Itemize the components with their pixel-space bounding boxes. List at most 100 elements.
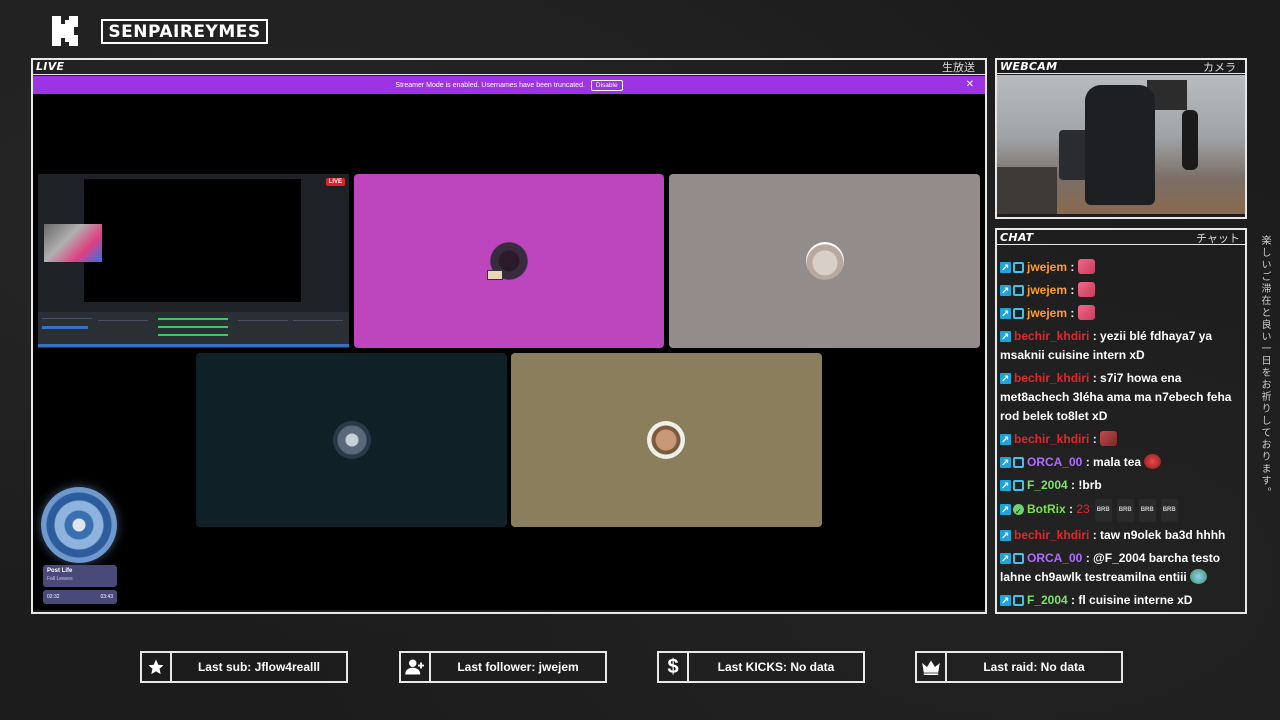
chat-message: jwejem : — [1000, 258, 1244, 278]
track-progress: 02:32 03:43 — [43, 590, 117, 604]
kick-badge-icon — [1000, 527, 1011, 546]
last-kicks-box: $ Last KICKS: No data — [657, 651, 865, 683]
track-time-start: 02:32 — [47, 594, 60, 600]
last-raid-text: Last raid: No data — [983, 660, 1085, 674]
participant-tile-3[interactable] — [196, 353, 507, 527]
emote-icon — [1100, 431, 1118, 446]
live-screen: Streamer Mode is enabled. Usernames have… — [33, 76, 985, 610]
chat-message: BotRix : 23BRBBRBBRBBRB — [1000, 499, 1244, 522]
participant-tile-4[interactable] — [511, 353, 822, 527]
close-icon[interactable]: ✕ — [966, 79, 974, 90]
chat-messages: jwejem : jwejem : jwejem : bechir_khdiri… — [1000, 258, 1244, 610]
last-sub-box: Last sub: Jflow4realll — [140, 651, 348, 683]
chat-username[interactable]: ORCA_00 — [1027, 455, 1082, 469]
chat-username[interactable]: bechir_khdiri — [1014, 528, 1089, 542]
chat-username[interactable]: bechir_khdiri — [1014, 329, 1089, 343]
dollar-icon: $ — [659, 653, 689, 681]
chat-text: taw n9olek ba3d hhhh — [1100, 528, 1226, 542]
star-icon — [142, 653, 172, 681]
subscriber-badge-icon — [1013, 480, 1024, 491]
track-artist: Fall Leaves — [47, 576, 73, 582]
last-follower-box: Last follower: jwejem — [399, 651, 607, 683]
emote-icon — [1144, 454, 1162, 469]
subscriber-badge-icon — [1013, 262, 1024, 273]
kick-badge-icon — [1000, 501, 1011, 520]
participant-avatar — [647, 421, 685, 459]
emote-icon — [1077, 282, 1095, 297]
chat-username[interactable]: bechir_khdiri — [1014, 432, 1089, 446]
chat-message: bechir_khdiri : taw n9olek ba3d hhhh — [1000, 526, 1244, 546]
disable-button[interactable]: Disable — [590, 79, 623, 91]
chat-message: bechir_khdiri : — [1000, 430, 1244, 450]
chat-username[interactable]: F_2004 — [1027, 478, 1068, 492]
kick-badge-icon — [1000, 259, 1011, 278]
user-plus-icon — [401, 653, 431, 681]
chat-message: ORCA_00 : @F_2004 barcha testo lahne ch9… — [1000, 549, 1244, 587]
side-jp-text: 楽しいご滞在と良い一日をお祈りしております。 — [1259, 235, 1270, 499]
emote-icon — [1077, 305, 1095, 320]
chat-username[interactable]: BotRix — [1027, 502, 1066, 516]
chat-message: bechir_khdiri : s7i7 howa ena met8achech… — [1000, 369, 1244, 426]
webcam-source-preview — [44, 224, 102, 262]
participant-tile-2[interactable] — [669, 174, 980, 348]
album-art-disc — [41, 487, 117, 563]
brb-emote: BRB — [1116, 499, 1134, 522]
kick-badge-icon — [1000, 282, 1011, 301]
crown-icon — [917, 653, 947, 681]
track-title: Post Life — [47, 568, 73, 574]
chat-username[interactable]: jwejem — [1027, 283, 1067, 297]
subscriber-badge-icon — [1013, 285, 1024, 296]
avatar-badge — [487, 270, 503, 280]
screenshare-tile[interactable]: LIVE — [38, 174, 349, 348]
last-sub-text: Last sub: Jflow4realll — [197, 660, 321, 674]
live-divider — [33, 74, 985, 75]
chat-username[interactable]: jwejem — [1027, 306, 1067, 320]
channel-name: SENPAIREYMES — [101, 19, 268, 44]
webcam-feed — [997, 75, 1245, 214]
chat-number: 23 — [1076, 502, 1090, 516]
kick-badge-icon — [1000, 550, 1011, 569]
chat-text: mala tea — [1093, 455, 1142, 469]
kick-logo-icon — [52, 16, 78, 46]
chat-username[interactable]: ORCA_00 — [1027, 551, 1082, 565]
kick-badge-icon — [1000, 328, 1011, 347]
chat-message: bechir_khdiri : yezii blé fdhaya7 ya msa… — [1000, 327, 1244, 365]
last-kicks-text: Last KICKS: No data — [717, 660, 835, 674]
subscriber-badge-icon — [1013, 308, 1024, 319]
kick-badge-icon — [1000, 477, 1011, 496]
live-badge: LIVE — [325, 178, 345, 186]
participant-tile-1[interactable] — [354, 174, 664, 348]
emote-icon — [1077, 259, 1095, 274]
brb-emote: BRB — [1094, 499, 1112, 522]
webcam-divider — [997, 73, 1245, 74]
chat-username[interactable]: F_2004 — [1027, 593, 1068, 607]
kick-badge-icon — [1000, 370, 1011, 389]
banner-text: Streamer Mode is enabled. Usernames have… — [395, 81, 585, 89]
chat-message: jwejem : — [1000, 304, 1244, 324]
participant-avatar — [806, 242, 844, 280]
chat-message: jwejem : — [1000, 281, 1244, 301]
subscriber-badge-icon — [1013, 457, 1024, 468]
chat-message: ORCA_00 : mala tea — [1000, 453, 1244, 473]
last-follower-text: Last follower: jwejem — [457, 660, 579, 674]
now-playing-card: Post Life Fall Leaves — [43, 565, 117, 587]
chat-message: F_2004 : !brb — [1000, 476, 1244, 496]
participant-avatar — [333, 421, 371, 459]
kick-badge-icon — [1000, 592, 1011, 610]
kick-badge-icon — [1000, 431, 1011, 450]
subscriber-badge-icon — [1013, 595, 1024, 606]
chat-divider — [997, 244, 1245, 245]
chat-message: F_2004 : fl cuisine interne xD — [1000, 591, 1244, 610]
emote-icon — [1190, 569, 1208, 584]
chat-username[interactable]: jwejem — [1027, 260, 1067, 274]
brb-emote: BRB — [1160, 499, 1178, 522]
chat-username[interactable]: bechir_khdiri — [1014, 371, 1089, 385]
chat-text: !brb — [1078, 478, 1102, 492]
brb-emote: BRB — [1138, 499, 1156, 522]
last-raid-box: Last raid: No data — [915, 651, 1123, 683]
verified-bot-icon — [1013, 502, 1024, 521]
obs-preview — [84, 179, 301, 302]
obs-docks — [38, 312, 349, 348]
track-time-end: 03:43 — [100, 594, 113, 600]
kick-badge-icon — [1000, 454, 1011, 473]
